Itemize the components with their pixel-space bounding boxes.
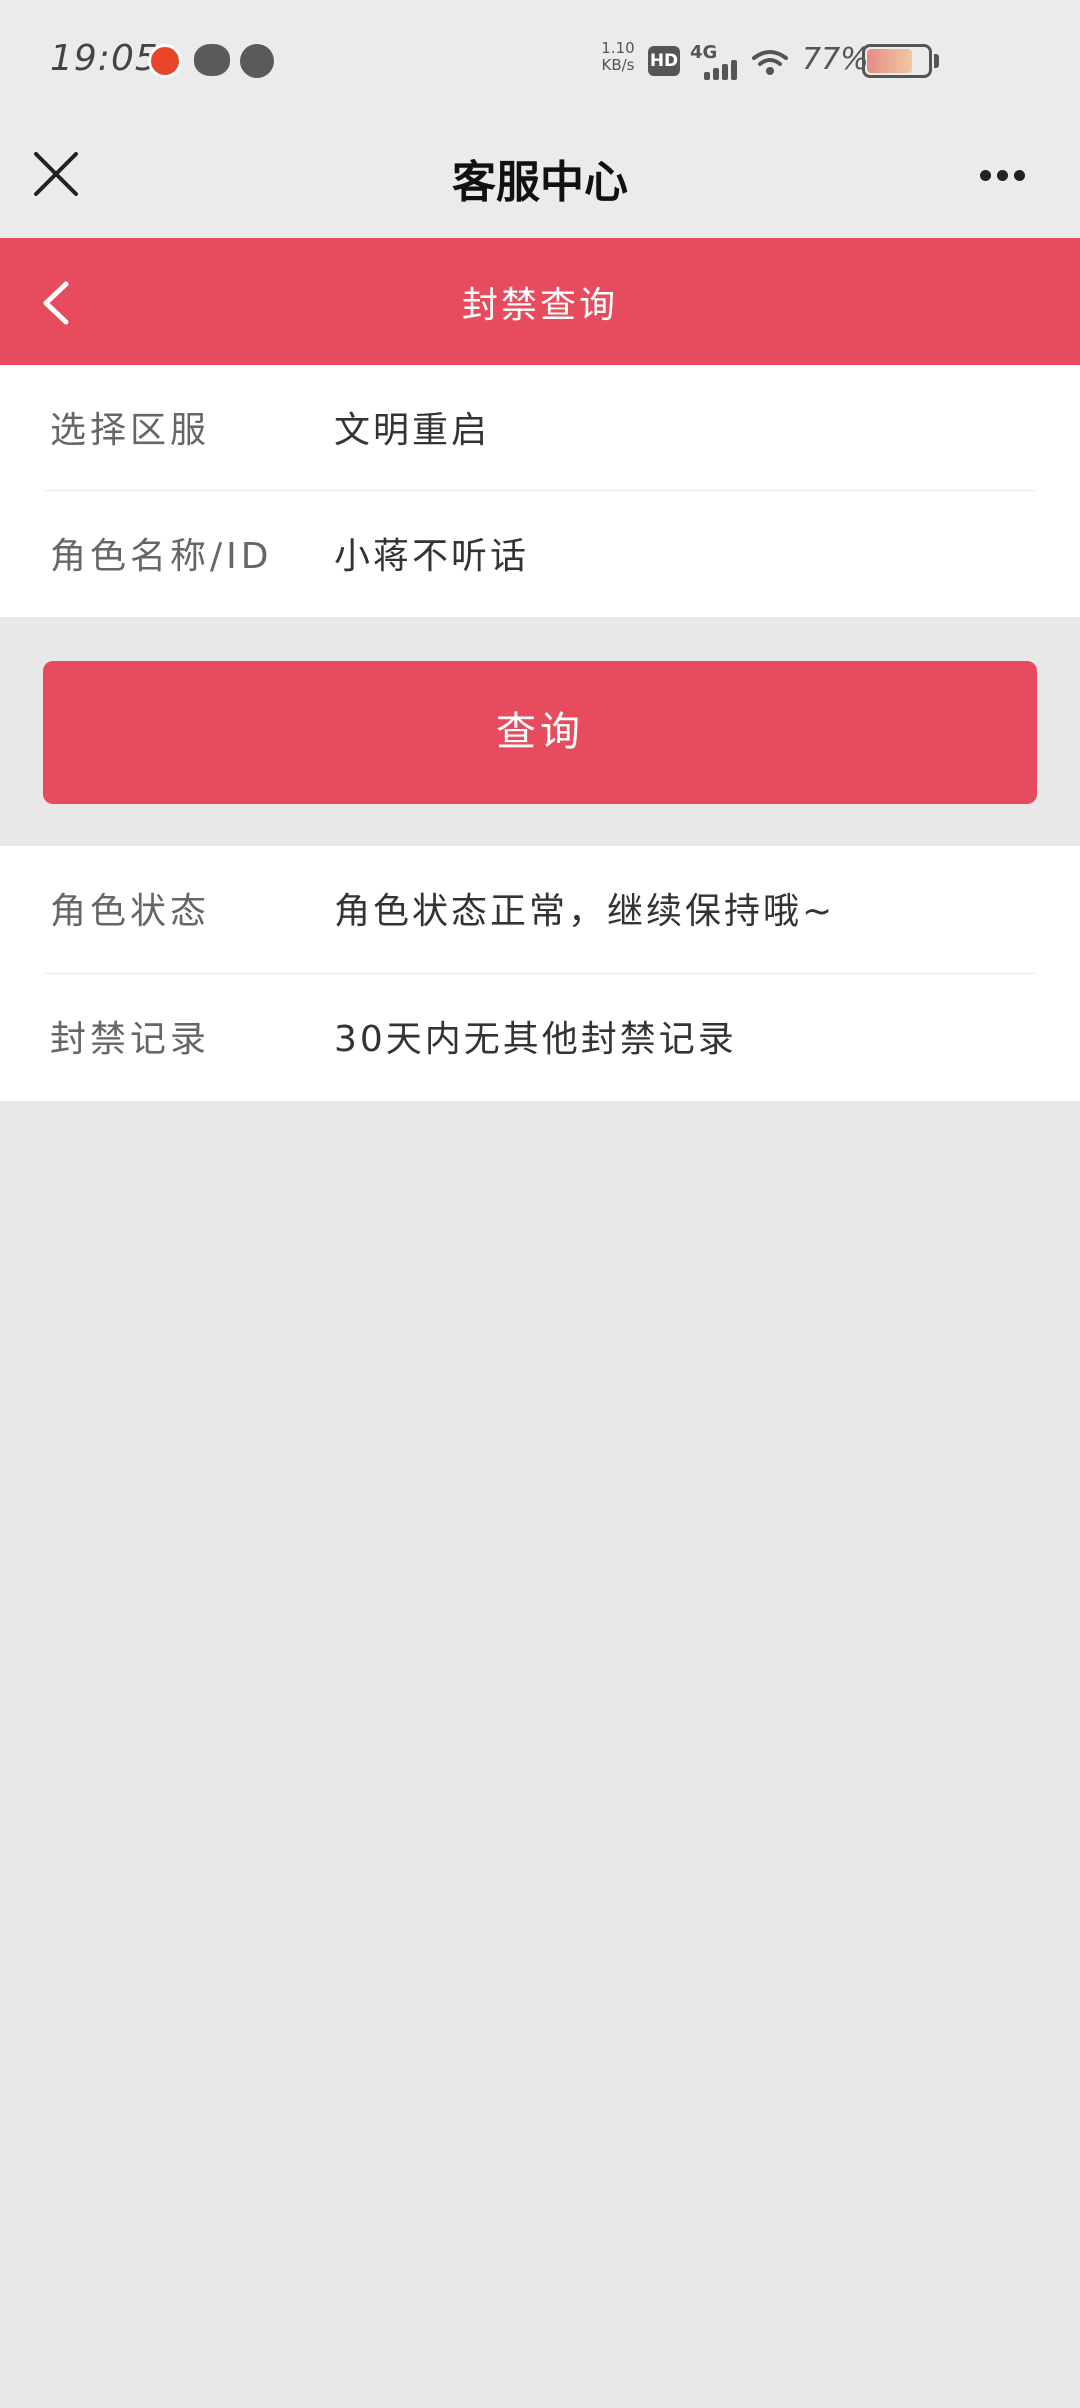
ban-record-value: 30天内无其他封禁记录: [334, 1019, 737, 1060]
ban-record-label: 封禁记录: [50, 1019, 211, 1060]
network-speed-unit: KB/s: [601, 56, 635, 74]
battery-tip: [934, 54, 939, 68]
status-bar: 19:05 1.10 KB/s HD 4G 77%: [0, 0, 1080, 124]
hd-icon: HD: [648, 46, 680, 76]
role-input[interactable]: 小蒋不听话: [334, 527, 529, 579]
battery-percent: 77%: [802, 42, 869, 77]
header-bar: 封禁查询: [0, 238, 1080, 365]
role-label: 角色名称/ID: [50, 536, 273, 577]
voice-app-icon: [240, 44, 274, 78]
query-button[interactable]: 查询: [43, 661, 1037, 804]
server-select[interactable]: 文明重启: [334, 401, 490, 453]
query-form: 选择区服 文明重启 角色名称/ID 小蒋不听话: [0, 365, 1080, 617]
title-bar: 客服中心: [0, 124, 1080, 238]
wechat-icon: [194, 44, 230, 76]
role-status-row: 角色状态 角色状态正常，继续保持哦~: [44, 846, 1036, 971]
more-dots-icon[interactable]: [972, 162, 1032, 186]
status-time: 19:05: [50, 38, 159, 79]
signal-icon: [700, 58, 740, 80]
role-input-row[interactable]: 角色名称/ID 小蒋不听话: [44, 491, 1036, 616]
role-status-value: 角色状态正常，继续保持哦~: [334, 891, 836, 932]
role-status-label: 角色状态: [50, 891, 211, 932]
server-select-row[interactable]: 选择区服 文明重启: [44, 365, 1036, 490]
network-speed-value: 1.10: [601, 39, 635, 57]
notification-app-icon: [148, 44, 182, 78]
network-speed: 1.10 KB/s: [598, 40, 638, 74]
ban-record-row: 封禁记录 30天内无其他封禁记录: [44, 974, 1036, 1099]
battery-fill: [867, 49, 913, 73]
query-result: 角色状态 角色状态正常，继续保持哦~ 封禁记录 30天内无其他封禁记录: [0, 846, 1080, 1101]
wifi-icon: [752, 50, 788, 75]
header-title: 封禁查询: [461, 285, 618, 326]
battery-icon: [862, 44, 932, 78]
server-label: 选择区服: [50, 410, 211, 451]
page-title: 客服中心: [452, 157, 628, 208]
